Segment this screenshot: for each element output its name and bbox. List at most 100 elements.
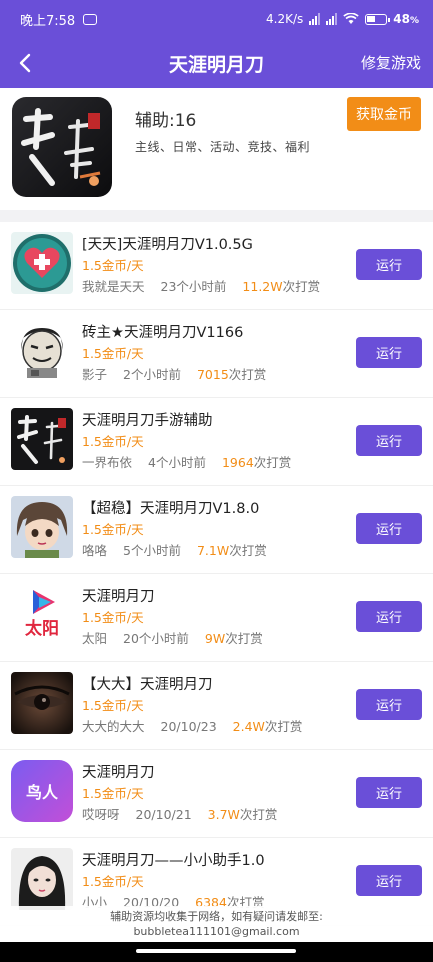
item-time: 20个小时前 xyxy=(123,631,189,646)
item-tips-count: 11.2W xyxy=(242,279,283,294)
item-price: 1.5金币/天 xyxy=(82,874,144,889)
item-tips-count: 2.4W xyxy=(232,719,265,734)
list-item[interactable]: 砖主★天涯明月刀V1166 1.5金币/天 影子 2个小时前 7015次打赏 运行 xyxy=(0,310,433,398)
run-button[interactable]: 运行 xyxy=(356,689,422,720)
home-indicator[interactable] xyxy=(136,949,296,953)
footer-email[interactable]: bubbletea111101@gmail.com xyxy=(0,924,433,939)
item-author: 咯咯 xyxy=(82,543,108,558)
run-button[interactable]: 运行 xyxy=(356,865,422,896)
item-tips-suffix: 次打赏 xyxy=(225,631,263,646)
notification-icon xyxy=(83,13,98,25)
heart-plus-icon xyxy=(11,232,73,294)
item-tips-suffix: 次打赏 xyxy=(264,719,303,734)
status-time: 晚上7:58 xyxy=(20,13,76,29)
run-button[interactable]: 运行 xyxy=(356,601,422,632)
birdman-logo-text: 鸟人 xyxy=(26,783,59,802)
net-speed: 4.2K/s xyxy=(266,12,304,26)
status-bar: 晚上7:58 4.2K/s 48% xyxy=(0,0,433,38)
wifi-icon xyxy=(343,13,359,24)
item-price: 1.5金币/天 xyxy=(82,698,144,713)
item-author: 一界布依 xyxy=(82,455,133,470)
sun-logo-icon: 太阳 xyxy=(11,584,73,646)
run-button[interactable]: 运行 xyxy=(356,513,422,544)
item-meta: 大大的大大 20/10/23 2.4W次打赏 xyxy=(82,716,302,735)
item-tips-suffix: 次打赏 xyxy=(253,455,292,470)
run-button[interactable]: 运行 xyxy=(356,249,422,280)
item-price: 1.5金币/天 xyxy=(82,258,144,273)
item-tips-count: 9W xyxy=(204,631,226,646)
battery-icon xyxy=(365,13,391,25)
item-tips-count: 7015 xyxy=(196,367,229,382)
game-tags: 主线、日常、活动、竞技、福利 xyxy=(135,140,311,154)
aux-count: 辅助:16 xyxy=(135,111,197,131)
birdman-logo-icon: 鸟人 xyxy=(11,760,73,822)
item-price: 1.5金币/天 xyxy=(82,786,144,801)
get-gold-button[interactable]: 获取金币 xyxy=(347,97,421,131)
item-price: 1.5金币/天 xyxy=(82,522,144,537)
game-logo-icon xyxy=(11,408,73,470)
item-price: 1.5金币/天 xyxy=(82,610,144,625)
item-name: 天涯明月刀 xyxy=(82,765,155,781)
meme-face-icon xyxy=(11,320,73,382)
sun-logo-text: 太阳 xyxy=(25,618,59,639)
item-name: 【大大】天涯明月刀 xyxy=(82,677,213,693)
eye-photo-icon xyxy=(11,672,73,734)
item-time: 5个小时前 xyxy=(123,543,181,558)
item-tips-count: 1964 xyxy=(221,455,254,470)
item-time: 20/10/23 xyxy=(160,719,217,734)
game-logo-icon xyxy=(12,97,112,197)
list-item[interactable]: 天涯明月刀手游辅助 1.5金币/天 一界布依 4个小时前 1964次打赏 运行 xyxy=(0,398,433,486)
list-item[interactable]: 鸟人 天涯明月刀 1.5金币/天 哎呀呀 20/10/21 3.7W次打赏 运行 xyxy=(0,750,433,838)
item-name: 天涯明月刀——小小助手1.0 xyxy=(82,853,265,869)
list-item[interactable]: 【超稳】天涯明月刀V1.8.0 1.5金币/天 咯咯 5个小时前 7.1W次打赏 运… xyxy=(0,486,433,574)
item-meta: 我就是天天 23个小时前 11.2W次打赏 xyxy=(82,276,320,295)
item-tips-count: 3.7W xyxy=(207,807,240,822)
battery-level: 48% xyxy=(393,12,419,26)
item-time: 2个小时前 xyxy=(123,367,181,382)
footer-disclaimer: 辅助资源均收集于网络，如有疑问请发邮至: bubbletea111101@gma… xyxy=(0,906,433,942)
item-tips-count: 7.1W xyxy=(196,543,230,558)
run-button[interactable]: 运行 xyxy=(356,777,422,808)
item-meta: 太阳 20个小时前 9W次打赏 xyxy=(82,628,263,647)
item-name: 天涯明月刀手游辅助 xyxy=(82,413,213,429)
item-name: [天天]天涯明月刀V1.0.5G xyxy=(82,237,253,253)
girl-photo-icon xyxy=(11,848,73,910)
item-author: 影子 xyxy=(82,367,108,382)
chevron-left-icon xyxy=(19,53,31,73)
back-button[interactable] xyxy=(10,48,40,78)
item-name: 【超稳】天涯明月刀V1.8.0 xyxy=(82,501,260,517)
item-meta: 咯咯 5个小时前 7.1W次打赏 xyxy=(82,540,267,559)
list-item[interactable]: 太阳 天涯明月刀 1.5金币/天 太阳 20个小时前 9W次打赏 运行 xyxy=(0,574,433,662)
item-price: 1.5金币/天 xyxy=(82,346,144,361)
run-button[interactable]: 运行 xyxy=(356,425,422,456)
item-author: 我就是天天 xyxy=(82,279,145,294)
item-name: 天涯明月刀 xyxy=(82,589,155,605)
item-author: 哎呀呀 xyxy=(82,807,120,822)
item-tips-suffix: 次打赏 xyxy=(228,367,267,382)
status-right: 4.2K/s 48% xyxy=(266,12,419,26)
item-author: 太阳 xyxy=(82,631,108,646)
signal-icon-2 xyxy=(326,13,338,25)
item-meta: 影子 2个小时前 7015次打赏 xyxy=(82,364,266,383)
footer-line-1: 辅助资源均收集于网络，如有疑问请发邮至: xyxy=(110,910,323,923)
item-tips-suffix: 次打赏 xyxy=(239,807,278,822)
repair-game-button[interactable]: 修复游戏 xyxy=(361,52,421,73)
item-author: 大大的大大 xyxy=(82,719,145,734)
item-name: 砖主★天涯明月刀V1166 xyxy=(82,325,244,341)
item-price: 1.5金币/天 xyxy=(82,434,144,449)
nav-bar: 天涯明月刀 修复游戏 xyxy=(0,38,433,88)
item-tips-suffix: 次打赏 xyxy=(229,543,267,558)
list-item[interactable]: 【大大】天涯明月刀 1.5金币/天 大大的大大 20/10/23 2.4W次打赏 运… xyxy=(0,662,433,750)
game-header: 辅助:16 主线、日常、活动、竞技、福利 获取金币 xyxy=(0,88,433,210)
item-meta: 哎呀呀 20/10/21 3.7W次打赏 xyxy=(82,804,277,823)
section-divider xyxy=(0,210,433,222)
item-meta: 一界布依 4个小时前 1964次打赏 xyxy=(82,452,291,471)
run-button[interactable]: 运行 xyxy=(356,337,422,368)
signal-icon xyxy=(309,13,321,25)
item-time: 23个小时前 xyxy=(160,279,227,294)
item-time: 20/10/21 xyxy=(135,807,192,822)
list-item[interactable]: [天天]天涯明月刀V1.0.5G 1.5金币/天 我就是天天 23个小时前 11.2… xyxy=(0,222,433,310)
status-left: 晚上7:58 xyxy=(20,10,98,29)
item-time: 4个小时前 xyxy=(148,455,206,470)
anime-character-icon xyxy=(11,496,73,558)
